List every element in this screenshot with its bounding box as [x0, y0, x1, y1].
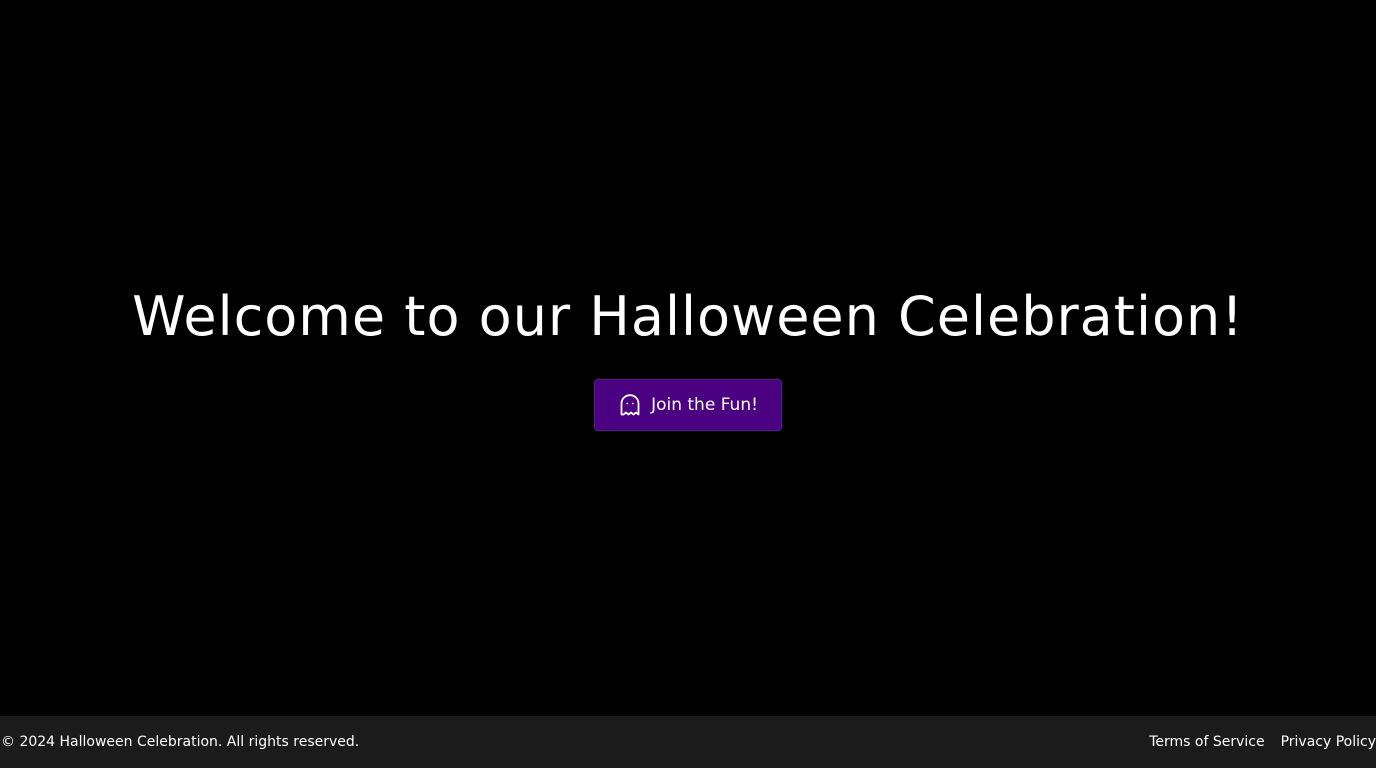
footer: © 2024 Halloween Celebration. All rights… [0, 716, 1376, 768]
hero-title: Welcome to our Halloween Celebration! [132, 285, 1244, 348]
ghost-icon [619, 393, 641, 417]
join-the-fun-label: Join the Fun! [651, 395, 758, 415]
footer-links: Terms of Service Privacy Policy [1149, 734, 1376, 750]
join-the-fun-button[interactable]: Join the Fun! [594, 379, 782, 431]
terms-of-service-link[interactable]: Terms of Service [1149, 734, 1264, 750]
hero-section: Welcome to our Halloween Celebration! Jo… [0, 0, 1376, 716]
page: Welcome to our Halloween Celebration! Jo… [0, 0, 1376, 768]
copyright-text: © 2024 Halloween Celebration. All rights… [1, 734, 360, 750]
privacy-policy-link[interactable]: Privacy Policy [1281, 734, 1376, 750]
